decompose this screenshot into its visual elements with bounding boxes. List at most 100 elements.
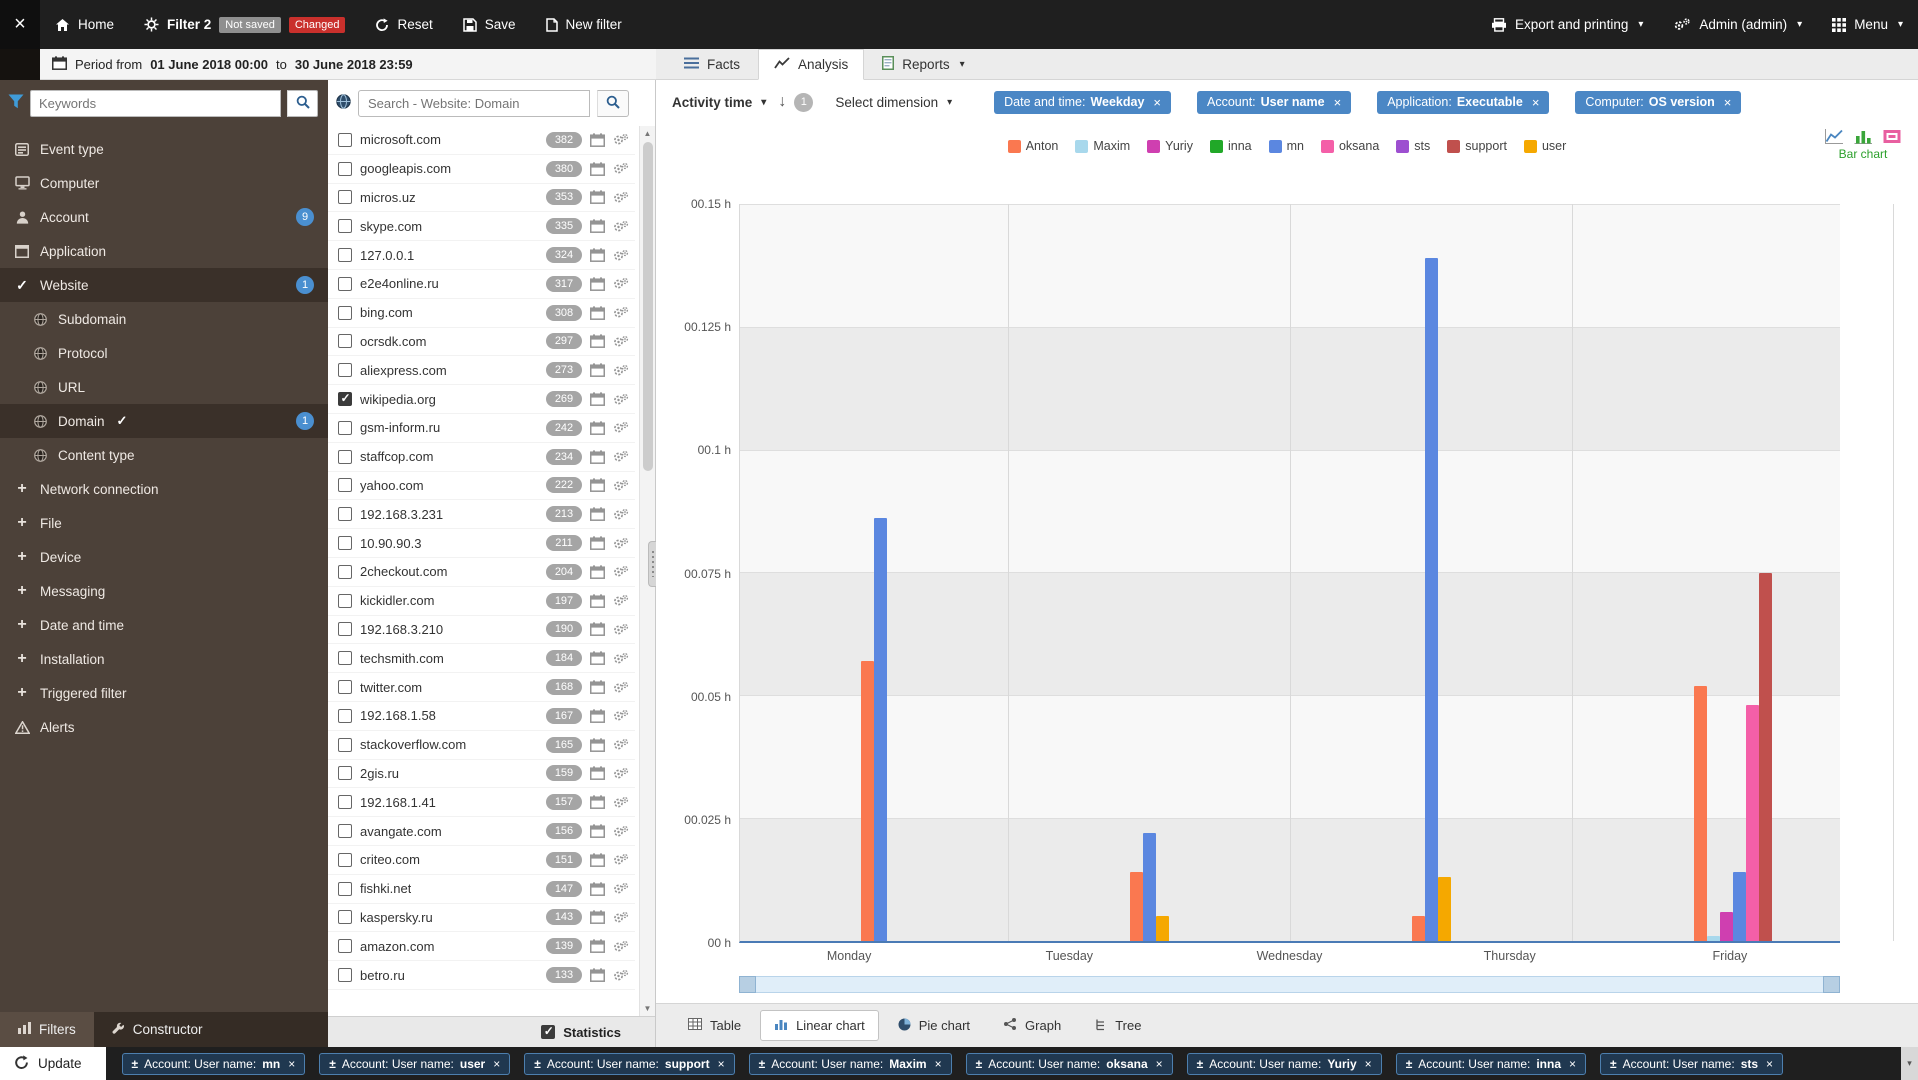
- legend-item-anton[interactable]: Anton: [1008, 139, 1059, 153]
- tab-linear-chart[interactable]: Linear chart: [760, 1010, 879, 1041]
- sidebar-item-triggered-filter[interactable]: +Triggered filter: [0, 676, 328, 710]
- checkbox[interactable]: [338, 450, 352, 464]
- bar-chart-icon[interactable]: [1853, 128, 1873, 145]
- close-icon[interactable]: ×: [1334, 95, 1342, 110]
- account-chip-sts[interactable]: ±Account: User name:sts×: [1600, 1053, 1783, 1075]
- list-item[interactable]: microsoft.com382: [328, 126, 635, 155]
- list-item[interactable]: avangate.com156: [328, 817, 635, 846]
- settings-gears-icon[interactable]: [613, 796, 629, 809]
- settings-gears-icon[interactable]: [613, 133, 629, 146]
- checkbox[interactable]: [338, 248, 352, 262]
- select-dimension-dropdown[interactable]: Select dimension ▾: [835, 95, 952, 110]
- calendar-icon[interactable]: [590, 536, 605, 550]
- list-item[interactable]: techsmith.com184: [328, 644, 635, 673]
- close-icon[interactable]: ×: [1365, 1057, 1372, 1071]
- settings-gears-icon[interactable]: [613, 911, 629, 924]
- export-printing-menu[interactable]: Export and printing ▾: [1476, 0, 1658, 49]
- calendar-icon[interactable]: [590, 709, 605, 723]
- calendar-icon[interactable]: [590, 795, 605, 809]
- domain-search-button[interactable]: [597, 90, 629, 117]
- pane-resize-handle[interactable]: [648, 541, 656, 587]
- legend-item-maxim[interactable]: Maxim: [1075, 139, 1130, 153]
- sort-direction-icon[interactable]: ↓: [778, 93, 786, 111]
- close-icon[interactable]: ×: [1766, 1057, 1773, 1071]
- settings-gears-icon[interactable]: [613, 853, 629, 866]
- list-item[interactable]: googleapis.com380: [328, 155, 635, 184]
- bar-anton-tuesday[interactable]: [1130, 872, 1143, 941]
- list-item[interactable]: amazon.com139: [328, 932, 635, 961]
- settings-gears-icon[interactable]: [613, 969, 629, 982]
- calendar-icon[interactable]: [590, 622, 605, 636]
- checkbox[interactable]: [338, 133, 352, 147]
- bar-user-tuesday[interactable]: [1156, 916, 1169, 941]
- settings-gears-icon[interactable]: [613, 249, 629, 262]
- reset-button[interactable]: Reset: [360, 0, 447, 49]
- scroll-down-icon[interactable]: ▼: [644, 1001, 652, 1016]
- settings-gears-icon[interactable]: [613, 191, 629, 204]
- checkbox[interactable]: [338, 478, 352, 492]
- list-item[interactable]: criteo.com151: [328, 846, 635, 875]
- sidebar-item-alerts[interactable]: Alerts: [0, 710, 328, 744]
- legend-item-yuriy[interactable]: Yuriy: [1147, 139, 1193, 153]
- calendar-icon[interactable]: [590, 133, 605, 147]
- settings-gears-icon[interactable]: [613, 882, 629, 895]
- bar-mn-thursday[interactable]: [1733, 872, 1746, 941]
- account-chip-oksana[interactable]: ±Account: User name:oksana×: [966, 1053, 1173, 1075]
- calendar-icon[interactable]: [590, 882, 605, 896]
- account-chip-user[interactable]: ±Account: User name:user×: [319, 1053, 510, 1075]
- settings-gears-icon[interactable]: [613, 738, 629, 751]
- calendar-icon[interactable]: [590, 853, 605, 867]
- sidebar-item-website[interactable]: ✓Website1: [0, 268, 328, 302]
- calendar-icon[interactable]: [590, 651, 605, 665]
- settings-gears-icon[interactable]: [613, 364, 629, 377]
- dimension-chip-executable[interactable]: Application:Executable×: [1377, 91, 1549, 114]
- bar-maxim-thursday[interactable]: [1707, 936, 1720, 941]
- legend-item-support[interactable]: support: [1447, 139, 1507, 153]
- calendar-icon[interactable]: [590, 306, 605, 320]
- sidebar-item-account[interactable]: Account9: [0, 200, 328, 234]
- list-item[interactable]: betro.ru133: [328, 961, 635, 990]
- tab-filters[interactable]: Filters: [0, 1012, 94, 1047]
- checkbox[interactable]: [338, 680, 352, 694]
- settings-gears-icon[interactable]: [613, 565, 629, 578]
- update-button[interactable]: Update: [0, 1047, 106, 1080]
- calendar-icon[interactable]: [590, 248, 605, 262]
- tab-table[interactable]: Table: [674, 1010, 755, 1041]
- account-chip-mn[interactable]: ±Account: User name:mn×: [122, 1053, 306, 1075]
- tab-analysis[interactable]: Analysis: [758, 49, 864, 80]
- legend-item-sts[interactable]: sts: [1396, 139, 1430, 153]
- calendar-icon[interactable]: [590, 190, 605, 204]
- calendar-icon[interactable]: [590, 594, 605, 608]
- sidebar-item-network-connection[interactable]: +Network connection: [0, 472, 328, 506]
- checkbox[interactable]: [338, 162, 352, 176]
- checkbox[interactable]: [338, 306, 352, 320]
- close-icon[interactable]: ×: [1153, 95, 1161, 110]
- checkbox[interactable]: [338, 882, 352, 896]
- list-item[interactable]: fishki.net147: [328, 875, 635, 904]
- calendar-icon[interactable]: [590, 363, 605, 377]
- calendar-icon[interactable]: [590, 824, 605, 838]
- checkbox[interactable]: [338, 392, 352, 406]
- bar-mn-wednesday[interactable]: [1425, 258, 1438, 941]
- checkbox[interactable]: [338, 219, 352, 233]
- legend-item-user[interactable]: user: [1524, 139, 1566, 153]
- list-item[interactable]: micros.uz353: [328, 184, 635, 213]
- scroll-handle-left[interactable]: [739, 976, 756, 993]
- calendar-icon[interactable]: [590, 738, 605, 752]
- sidebar-item-installation[interactable]: +Installation: [0, 642, 328, 676]
- settings-gears-icon[interactable]: [613, 594, 629, 607]
- settings-gears-icon[interactable]: [613, 277, 629, 290]
- checkbox[interactable]: [338, 507, 352, 521]
- chart-horizontal-scrollbar[interactable]: [739, 976, 1840, 993]
- calendar-icon[interactable]: [590, 680, 605, 694]
- calendar-icon[interactable]: [590, 766, 605, 780]
- calendar-icon[interactable]: [590, 277, 605, 291]
- tab-facts[interactable]: Facts: [668, 49, 756, 80]
- dimension-chip-weekday[interactable]: Date and time:Weekday×: [994, 91, 1171, 114]
- sidebar-item-subdomain[interactable]: Subdomain: [0, 302, 328, 336]
- sidebar-item-messaging[interactable]: +Messaging: [0, 574, 328, 608]
- list-item[interactable]: 10.90.90.3211: [328, 529, 635, 558]
- list-item[interactable]: gsm-inform.ru242: [328, 414, 635, 443]
- tab-graph[interactable]: Graph: [989, 1010, 1075, 1041]
- list-item[interactable]: 127.0.0.1324: [328, 241, 635, 270]
